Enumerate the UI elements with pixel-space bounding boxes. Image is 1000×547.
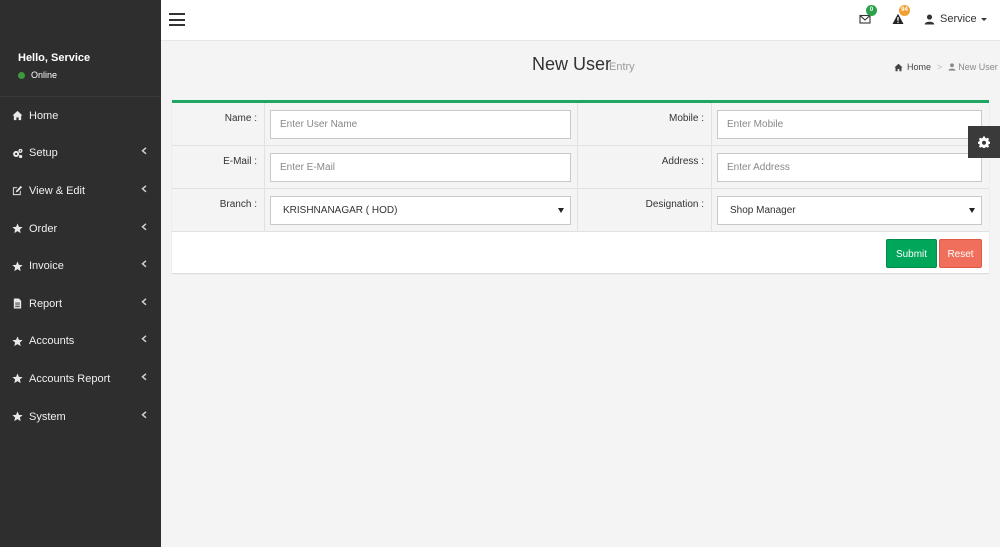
branch-select[interactable]: KRISHNANAGAR ( HOD) bbox=[270, 196, 571, 225]
form-row-name-mobile: Name : Mobile : bbox=[172, 103, 989, 146]
name-cell bbox=[265, 103, 578, 145]
chevron-left-icon bbox=[141, 221, 147, 233]
chevron-left-icon bbox=[141, 409, 147, 421]
reset-button[interactable]: Reset bbox=[939, 239, 982, 268]
alert-count-badge: 94 bbox=[899, 5, 910, 16]
sidebar-item-accounts[interactable]: Accounts bbox=[0, 323, 161, 361]
greeting: Hello, Service bbox=[18, 52, 91, 64]
submit-button[interactable]: Submit bbox=[886, 239, 937, 268]
sidebar-item-accounts-report[interactable]: Accounts Report bbox=[0, 360, 161, 398]
star-icon bbox=[11, 223, 23, 235]
new-user-form: Name : Mobile : E-Mail : Address : Branc… bbox=[172, 100, 989, 273]
user-icon bbox=[924, 13, 935, 25]
sidebar-menu: Home Setup View & Edit Order Invoice Rep… bbox=[0, 97, 161, 435]
sidebar: Hello, Service Online Home Setup View & … bbox=[0, 0, 161, 547]
chevron-left-icon bbox=[141, 334, 147, 346]
branch-label: Branch : bbox=[172, 189, 265, 231]
gear-icon bbox=[978, 136, 990, 148]
home-icon bbox=[894, 63, 903, 71]
sidebar-item-home[interactable]: Home bbox=[0, 97, 161, 135]
sidebar-item-label: View & Edit bbox=[29, 184, 86, 197]
chevron-left-icon bbox=[141, 297, 147, 309]
mobile-label: Mobile : bbox=[578, 103, 712, 145]
breadcrumb-separator: > bbox=[937, 62, 943, 72]
user-account-menu[interactable]: Service bbox=[924, 13, 987, 25]
address-input[interactable] bbox=[717, 153, 982, 182]
chevron-left-icon bbox=[141, 372, 147, 384]
caret-down-icon bbox=[980, 17, 987, 21]
sidebar-item-label: Setup bbox=[29, 147, 58, 160]
mobile-cell bbox=[712, 103, 989, 145]
sidebar-item-view-edit[interactable]: View & Edit bbox=[0, 172, 161, 210]
page-title: New User bbox=[532, 54, 612, 74]
address-cell bbox=[712, 146, 989, 188]
star-icon bbox=[11, 411, 23, 423]
branch-cell: KRISHNANAGAR ( HOD) bbox=[265, 189, 578, 231]
name-label: Name : bbox=[172, 103, 265, 145]
sidebar-item-label: System bbox=[29, 410, 66, 423]
sidebar-item-label: Invoice bbox=[29, 260, 64, 273]
status-label: Online bbox=[31, 70, 58, 80]
form-row-branch-designation: Branch : KRISHNANAGAR ( HOD) Designation… bbox=[172, 189, 989, 232]
dropdown-arrow-icon bbox=[969, 208, 975, 213]
chevron-left-icon bbox=[141, 259, 147, 271]
email-input[interactable] bbox=[270, 153, 571, 182]
sidebar-item-label: Report bbox=[29, 297, 63, 310]
dropdown-arrow-icon bbox=[558, 208, 564, 213]
user-panel: Hello, Service Online bbox=[0, 0, 161, 97]
designation-cell: Shop Manager bbox=[712, 189, 989, 231]
branch-selected-value: KRISHNANAGAR ( HOD) bbox=[283, 205, 398, 216]
sidebar-item-setup[interactable]: Setup bbox=[0, 135, 161, 173]
breadcrumb-current: New User bbox=[958, 62, 998, 72]
star-icon bbox=[11, 373, 23, 385]
hamburger-menu-icon[interactable] bbox=[169, 13, 185, 27]
sidebar-item-label: Home bbox=[29, 109, 59, 122]
online-dot-icon bbox=[18, 71, 25, 79]
designation-label: Designation : bbox=[578, 189, 712, 231]
alert-notification[interactable]: 94 bbox=[892, 5, 910, 28]
sidebar-item-label: Order bbox=[29, 222, 58, 235]
designation-select[interactable]: Shop Manager bbox=[717, 196, 982, 225]
page-subtitle: Entry bbox=[609, 61, 635, 73]
mail-count-badge: 0 bbox=[866, 5, 877, 16]
breadcrumb-home-link[interactable]: Home bbox=[907, 62, 931, 72]
online-status: Online bbox=[18, 70, 161, 80]
settings-toggle[interactable] bbox=[968, 126, 1000, 158]
mail-notification[interactable]: 0 bbox=[859, 5, 877, 28]
top-navbar: 0 94 Service bbox=[161, 0, 1000, 41]
address-label: Address : bbox=[578, 146, 712, 188]
file-icon bbox=[11, 298, 23, 310]
email-label: E-Mail : bbox=[172, 146, 265, 188]
sidebar-item-report[interactable]: Report bbox=[0, 285, 161, 323]
star-icon bbox=[11, 335, 23, 347]
mobile-input[interactable] bbox=[717, 110, 982, 139]
designation-selected-value: Shop Manager bbox=[730, 205, 796, 216]
star-icon bbox=[11, 260, 23, 272]
user-name: Service bbox=[940, 13, 977, 25]
sidebar-item-invoice[interactable]: Invoice bbox=[0, 247, 161, 285]
breadcrumb: Home > New User bbox=[894, 62, 998, 72]
gears-icon bbox=[11, 147, 23, 159]
user-name-input[interactable] bbox=[270, 110, 571, 139]
edit-icon bbox=[11, 185, 23, 197]
chevron-left-icon bbox=[141, 146, 147, 158]
chevron-left-icon bbox=[141, 184, 147, 196]
sidebar-item-system[interactable]: System bbox=[0, 398, 161, 436]
email-cell bbox=[265, 146, 578, 188]
user-icon bbox=[948, 63, 956, 71]
sidebar-item-label: Accounts bbox=[29, 335, 75, 348]
home-icon bbox=[11, 110, 23, 122]
sidebar-item-order[interactable]: Order bbox=[0, 210, 161, 248]
form-row-email-address: E-Mail : Address : bbox=[172, 146, 989, 189]
sidebar-item-label: Accounts Report bbox=[29, 372, 111, 385]
